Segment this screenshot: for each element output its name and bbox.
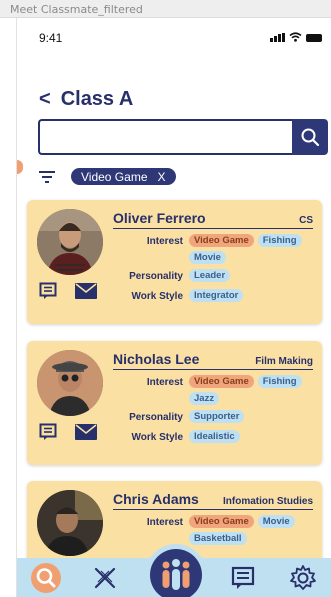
chat-icon[interactable]: [39, 282, 59, 300]
interest-tag: Video Game: [189, 375, 254, 388]
interest-tag: Video Game: [189, 234, 254, 247]
edge-marker: [17, 160, 23, 174]
settings-icon: [289, 564, 316, 590]
chat-icon[interactable]: [39, 423, 59, 441]
nav-settings[interactable]: [283, 561, 323, 595]
nav-group[interactable]: [145, 544, 207, 597]
student-name: Oliver Ferrero: [113, 210, 206, 226]
chat-icon: [231, 566, 255, 589]
mail-icon[interactable]: [75, 283, 97, 299]
status-icons: [270, 32, 322, 42]
student-name: Nicholas Lee: [113, 351, 200, 367]
nav-skills[interactable]: [85, 561, 125, 595]
student-info: Oliver Ferrero CS Interest Video Game Fi…: [113, 210, 313, 304]
avatar: [37, 209, 103, 275]
page-header: < Class A: [39, 88, 133, 111]
work-style-tag: Integrator: [189, 289, 244, 302]
work-style-label: Work Style: [131, 432, 184, 443]
student-major: Film Making: [255, 356, 313, 367]
interest-tag: Fishing: [257, 375, 302, 388]
student-info: Nicholas Lee Film Making Interest Video …: [113, 351, 313, 445]
student-name: Chris Adams: [113, 491, 199, 507]
bottom-nav: [17, 544, 331, 597]
group-icon: [162, 559, 190, 590]
mail-icon[interactable]: [75, 424, 97, 440]
student-card[interactable]: Nicholas Lee Film Making Interest Video …: [27, 341, 322, 465]
interest-tag: Video Game: [189, 515, 254, 528]
search-bar: [38, 119, 328, 155]
interest-tag: Movie: [257, 515, 295, 528]
wifi-icon: [289, 32, 302, 42]
filter-chip[interactable]: Video Game X: [71, 168, 176, 185]
filter-row: Video Game X: [39, 168, 176, 185]
search-input[interactable]: [38, 119, 292, 155]
card-actions: [39, 282, 97, 300]
back-icon[interactable]: <: [39, 88, 51, 111]
interest-label: Interest: [146, 377, 183, 388]
nav-chat[interactable]: [224, 561, 264, 595]
personality-label: Personality: [129, 271, 183, 282]
skills-icon: [94, 567, 115, 588]
work-style-tag: Idealistic: [189, 430, 240, 443]
page-title: Class A: [60, 88, 134, 110]
status-bar: 9:41: [17, 18, 331, 58]
card-actions: [39, 423, 97, 441]
filter-chip-label: Video Game: [81, 169, 148, 184]
avatar: [37, 490, 103, 556]
chip-close-icon[interactable]: X: [158, 170, 166, 184]
search-icon: [301, 128, 320, 147]
search-icon: [31, 562, 62, 593]
interest-tag: Movie: [189, 251, 226, 264]
window-title: Meet Classmate_filtered: [0, 0, 331, 18]
student-info: Chris Adams Infomation Studies Interest …: [113, 491, 313, 545]
work-style-label: Work Style: [131, 291, 184, 302]
personality-label: Personality: [129, 412, 183, 423]
status-time: 9:41: [39, 31, 63, 45]
personality-tag: Supporter: [189, 410, 245, 423]
signal-icon: [270, 33, 285, 42]
avatar: [37, 350, 103, 416]
filter-icon[interactable]: [39, 170, 55, 183]
phone-screen: 9:41 < Class A Video Game X Oliver Ferre…: [16, 18, 331, 597]
interest-tag: Basketball: [189, 532, 247, 545]
search-button[interactable]: [292, 119, 328, 155]
battery-icon: [306, 34, 322, 42]
interest-label: Interest: [146, 517, 183, 528]
interest-label: Interest: [146, 236, 183, 247]
student-major: Infomation Studies: [223, 496, 313, 507]
nav-search[interactable]: [26, 561, 66, 595]
interest-tag: Jazz: [189, 392, 220, 405]
student-card[interactable]: Oliver Ferrero CS Interest Video Game Fi…: [27, 200, 322, 324]
interest-tag: Fishing: [257, 234, 302, 247]
personality-tag: Leader: [189, 269, 231, 282]
student-major: CS: [299, 215, 313, 226]
